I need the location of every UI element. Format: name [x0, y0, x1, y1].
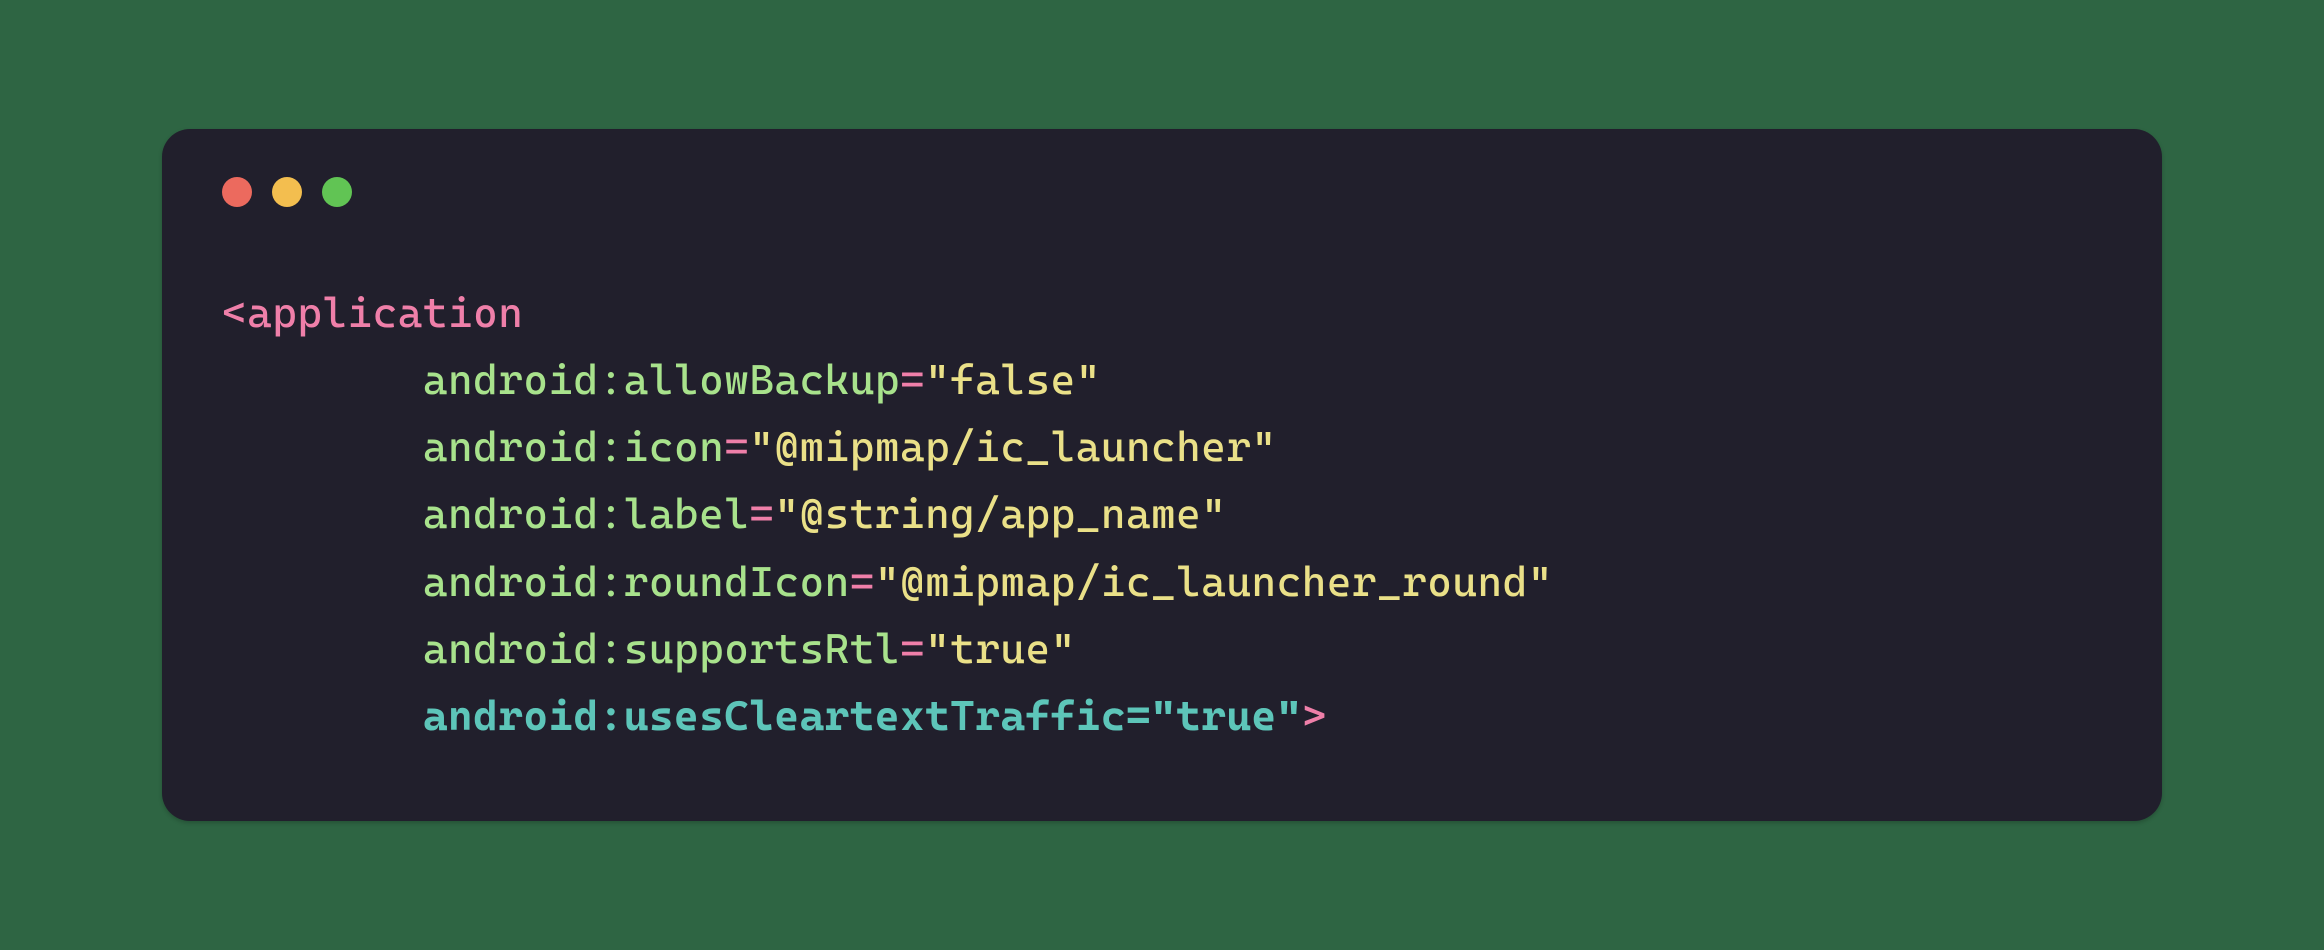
highlighted-attribute: android:usesCleartextTraffic="true"	[423, 691, 1302, 740]
xml-tag-close: >	[1302, 691, 1327, 740]
close-icon[interactable]	[222, 177, 252, 207]
minimize-icon[interactable]	[272, 177, 302, 207]
equals-sign: =	[850, 557, 875, 606]
code-block: <application android:allowBackup="false"…	[222, 279, 2102, 749]
attr-value: "true"	[925, 624, 1076, 673]
code-indent	[222, 624, 423, 673]
attr-value: "@mipmap/ic_launcher"	[749, 422, 1276, 471]
attr-name: android:supportsRtl	[423, 624, 900, 673]
code-indent	[222, 691, 423, 740]
maximize-icon[interactable]	[322, 177, 352, 207]
equals-sign: =	[900, 624, 925, 673]
equals-sign: =	[749, 489, 774, 538]
attr-name: android:icon	[423, 422, 724, 471]
code-indent	[222, 557, 423, 606]
equals-sign: =	[724, 422, 749, 471]
attr-value: "@mipmap/ic_launcher_round"	[875, 557, 1553, 606]
code-window: <application android:allowBackup="false"…	[162, 129, 2162, 821]
attr-name: android:roundIcon	[423, 557, 850, 606]
attr-value: "@string/app_name"	[774, 489, 1226, 538]
code-indent	[222, 355, 423, 404]
attr-value: "false"	[925, 355, 1101, 404]
attr-name: android:allowBackup	[423, 355, 900, 404]
equals-sign: =	[900, 355, 925, 404]
window-titlebar	[222, 177, 2102, 207]
code-indent	[222, 422, 423, 471]
attr-name: android:label	[423, 489, 749, 538]
code-indent	[222, 489, 423, 538]
xml-tag-open: <application	[222, 288, 523, 337]
